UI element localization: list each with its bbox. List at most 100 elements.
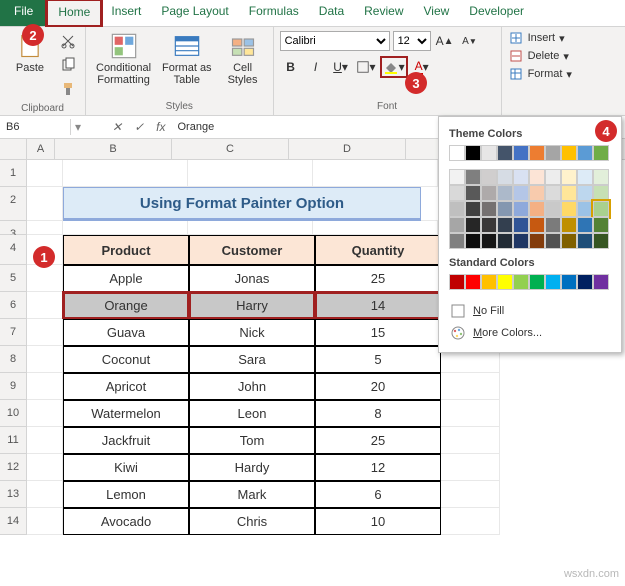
swatch[interactable]: [561, 274, 577, 290]
swatch[interactable]: [545, 274, 561, 290]
col-header-c[interactable]: C: [172, 139, 289, 159]
swatch[interactable]: [529, 233, 545, 249]
swatch[interactable]: [561, 233, 577, 249]
tab-developer[interactable]: Developer: [459, 0, 534, 26]
swatch[interactable]: [465, 169, 481, 185]
header-product[interactable]: Product: [63, 235, 189, 265]
swatch[interactable]: [577, 185, 593, 201]
row-header[interactable]: 14: [0, 508, 27, 535]
row-header-4[interactable]: 4: [0, 235, 27, 265]
swatch[interactable]: [449, 185, 465, 201]
delete-cells-button[interactable]: Delete ▾: [508, 48, 572, 64]
swatch[interactable]: [529, 169, 545, 185]
swatch[interactable]: [529, 145, 545, 161]
cell-quantity[interactable]: 20: [315, 373, 441, 400]
swatch[interactable]: [545, 233, 561, 249]
cell-product[interactable]: Avocado: [63, 508, 189, 535]
swatch[interactable]: [449, 274, 465, 290]
swatch[interactable]: [529, 185, 545, 201]
cell-product[interactable]: Apricot: [63, 373, 189, 400]
cell-customer[interactable]: John: [189, 373, 315, 400]
header-customer[interactable]: Customer: [189, 235, 315, 265]
row-header[interactable]: 11: [0, 427, 27, 454]
row-header[interactable]: 13: [0, 481, 27, 508]
swatch[interactable]: [481, 185, 497, 201]
swatch[interactable]: [481, 233, 497, 249]
swatch[interactable]: [497, 185, 513, 201]
swatch[interactable]: [497, 201, 513, 217]
swatch[interactable]: [593, 233, 609, 249]
swatch[interactable]: [593, 185, 609, 201]
row-header[interactable]: 5: [0, 265, 27, 292]
swatch[interactable]: [481, 169, 497, 185]
swatch[interactable]: [545, 145, 561, 161]
swatch[interactable]: [513, 201, 529, 217]
cell-product[interactable]: Jackfruit: [63, 427, 189, 454]
swatch[interactable]: [449, 201, 465, 217]
cancel-formula-button[interactable]: ✕: [106, 120, 128, 134]
cell-product[interactable]: Guava: [63, 319, 189, 346]
swatch[interactable]: [529, 274, 545, 290]
swatch[interactable]: [449, 145, 465, 161]
cell-quantity[interactable]: 10: [315, 508, 441, 535]
insert-cells-button[interactable]: Insert ▾: [508, 30, 572, 46]
col-header-d[interactable]: D: [289, 139, 406, 159]
grow-font-button[interactable]: A▲: [434, 30, 456, 52]
cell-product[interactable]: Lemon: [63, 481, 189, 508]
cell-customer[interactable]: Jonas: [189, 265, 315, 292]
swatch[interactable]: [449, 169, 465, 185]
col-header-b[interactable]: B: [55, 139, 172, 159]
swatch[interactable]: [513, 185, 529, 201]
swatch[interactable]: [465, 274, 481, 290]
swatch[interactable]: [513, 145, 529, 161]
swatch[interactable]: [545, 185, 561, 201]
title-cell[interactable]: Using Format Painter Option: [63, 187, 421, 221]
swatch[interactable]: [593, 274, 609, 290]
swatch[interactable]: [593, 201, 609, 217]
no-fill-item[interactable]: No Fill: [445, 300, 615, 322]
row-header[interactable]: 12: [0, 454, 27, 481]
cell-product[interactable]: Coconut: [63, 346, 189, 373]
swatch[interactable]: [577, 274, 593, 290]
cell-customer[interactable]: Leon: [189, 400, 315, 427]
swatch[interactable]: [465, 201, 481, 217]
cell-quantity[interactable]: 25: [315, 427, 441, 454]
cell-quantity[interactable]: 14: [315, 292, 441, 319]
tab-review[interactable]: Review: [354, 0, 413, 26]
cell-product[interactable]: Orange: [63, 292, 189, 319]
cell-product[interactable]: Apple: [63, 265, 189, 292]
format-painter-button[interactable]: [57, 78, 79, 100]
swatch[interactable]: [529, 217, 545, 233]
cell-quantity[interactable]: 15: [315, 319, 441, 346]
font-name-select[interactable]: Calibri: [280, 31, 390, 51]
swatch[interactable]: [577, 233, 593, 249]
swatch[interactable]: [481, 217, 497, 233]
tab-insert[interactable]: Insert: [101, 0, 151, 26]
select-all-button[interactable]: [0, 139, 27, 159]
row-header-2[interactable]: 2: [0, 187, 27, 221]
row-header[interactable]: 8: [0, 346, 27, 373]
swatch[interactable]: [545, 169, 561, 185]
enter-formula-button[interactable]: ✓: [128, 120, 150, 134]
swatch[interactable]: [513, 169, 529, 185]
tab-page-layout[interactable]: Page Layout: [151, 0, 238, 26]
swatch[interactable]: [545, 201, 561, 217]
row-header-1[interactable]: 1: [0, 160, 27, 187]
swatch[interactable]: [481, 145, 497, 161]
cell-customer[interactable]: Tom: [189, 427, 315, 454]
swatch[interactable]: [561, 217, 577, 233]
cut-button[interactable]: [57, 30, 79, 52]
swatch[interactable]: [545, 217, 561, 233]
swatch[interactable]: [497, 169, 513, 185]
swatch[interactable]: [577, 169, 593, 185]
swatch[interactable]: [561, 185, 577, 201]
swatch[interactable]: [449, 233, 465, 249]
swatch[interactable]: [497, 274, 513, 290]
swatch[interactable]: [497, 233, 513, 249]
swatch[interactable]: [577, 217, 593, 233]
cell-quantity[interactable]: 8: [315, 400, 441, 427]
cell-customer[interactable]: Nick: [189, 319, 315, 346]
cell-quantity[interactable]: 25: [315, 265, 441, 292]
tab-data[interactable]: Data: [309, 0, 354, 26]
fill-color-button[interactable]: ▾: [380, 56, 408, 78]
